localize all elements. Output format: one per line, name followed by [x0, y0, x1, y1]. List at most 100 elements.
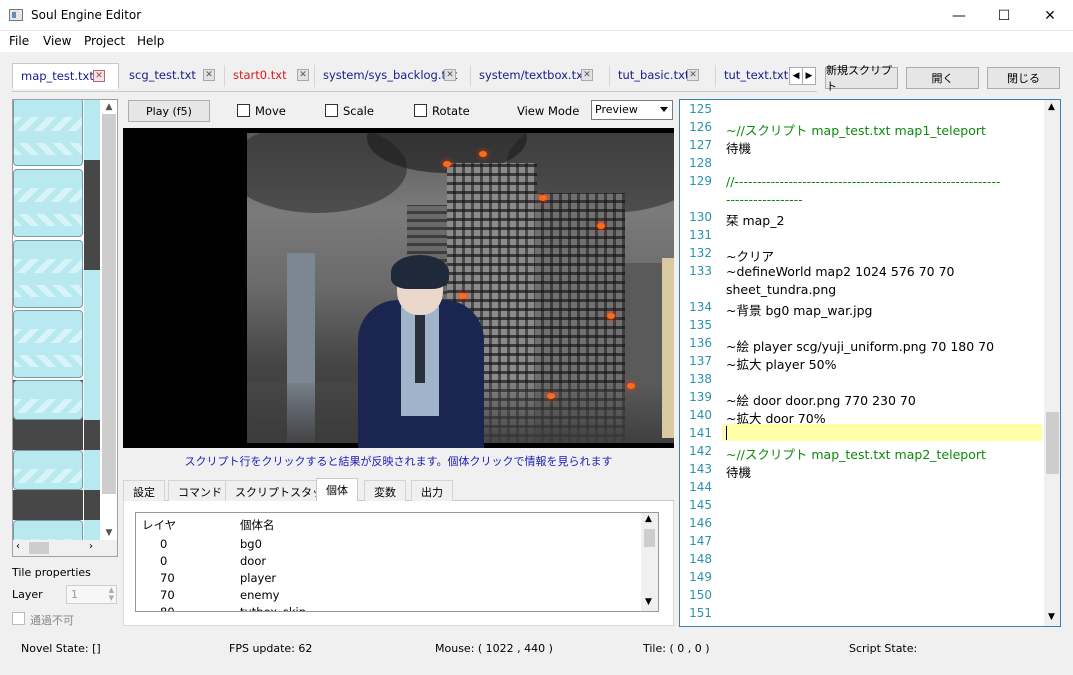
code-line[interactable]: 栞 map_2 — [726, 210, 784, 229]
tab-settings[interactable]: 設定 — [123, 480, 165, 501]
column-header-name[interactable]: 個体名 — [240, 517, 275, 533]
tab-variables[interactable]: 変数 — [364, 480, 406, 501]
impassable-checkbox[interactable] — [12, 612, 25, 625]
table-row[interactable]: 80 tutbox_skip — [136, 605, 642, 612]
cell-layer: 80 — [160, 605, 175, 612]
tile-palette[interactable]: ▲ ▼ ‹ › — [12, 99, 118, 557]
menu-help[interactable]: Help — [137, 34, 164, 48]
scroll-down-icon[interactable]: ▼ — [645, 597, 652, 607]
code-line[interactable]: ~背景 bg0 map_war.jpg — [726, 300, 872, 319]
scroll-down-icon[interactable]: ▼ — [1048, 612, 1055, 622]
close-tab-icon[interactable]: ✕ — [444, 69, 456, 81]
scroll-up-icon[interactable]: ▲ — [102, 100, 116, 114]
open-button[interactable]: 開く — [906, 67, 979, 89]
code-line[interactable]: ~拡大 player 50% — [726, 354, 837, 373]
scroll-down-icon[interactable]: ▼ — [102, 526, 116, 540]
tab-map-test[interactable]: map_test.txt ✕ — [12, 63, 119, 89]
preview-canvas[interactable] — [123, 128, 674, 448]
tab-scg-test[interactable]: scg_test.txt ✕ — [121, 65, 225, 87]
tile-item[interactable] — [13, 420, 83, 450]
scrollbar-thumb[interactable] — [644, 529, 655, 547]
tile-item[interactable] — [13, 240, 83, 308]
layer-label: Layer — [12, 588, 43, 601]
tab-tut-text[interactable]: tut_text.txt — [716, 65, 789, 87]
entity-table[interactable]: レイヤ 個体名 0 bg0 0 door 70 player 70 enemy … — [135, 512, 659, 612]
scrollbar-thumb[interactable] — [1046, 412, 1059, 474]
fps-update: FPS update: 62 — [229, 642, 313, 655]
close-tab-icon[interactable]: ✕ — [93, 70, 105, 82]
tile-item[interactable] — [13, 380, 83, 420]
cell-layer: 70 — [160, 588, 175, 602]
scrollbar-thumb[interactable] — [29, 542, 49, 554]
tile-item[interactable] — [13, 100, 83, 166]
scroll-up-icon[interactable]: ▲ — [645, 514, 652, 524]
tab-output[interactable]: 出力 — [411, 480, 453, 501]
table-row[interactable]: 0 bg0 — [136, 537, 642, 554]
column-header-layer[interactable]: レイヤ — [142, 517, 176, 533]
tile-item[interactable] — [13, 310, 83, 378]
tab-commands[interactable]: コマンド — [168, 480, 232, 501]
minimize-button[interactable]: — — [936, 0, 982, 31]
line-number: 131 — [689, 228, 712, 242]
tile-item[interactable] — [13, 169, 83, 237]
code-line[interactable]: 待機 — [726, 138, 751, 157]
door-sprite[interactable] — [662, 258, 674, 438]
tile-item[interactable] — [13, 490, 83, 520]
tab-tut-basic[interactable]: tut_basic.txt ✕ — [610, 65, 716, 87]
spin-arrows-icon[interactable]: ▲ ▼ — [109, 586, 114, 602]
scale-checkbox[interactable] — [325, 104, 338, 117]
close-tab-icon[interactable]: ✕ — [297, 69, 309, 81]
play-button[interactable]: Play (f5) — [128, 100, 210, 122]
table-row[interactable]: 0 door — [136, 554, 642, 571]
line-number: 142 — [689, 444, 712, 458]
code-line[interactable]: ~絵 player scg/yuji_uniform.png 70 180 70 — [726, 336, 994, 355]
menu-view[interactable]: View — [43, 34, 71, 48]
code-line[interactable]: ~defineWorld map2 1024 576 70 70 — [726, 264, 954, 279]
rotate-checkbox[interactable] — [414, 104, 427, 117]
code-line[interactable]: ~絵 door door.png 770 230 70 — [726, 390, 916, 409]
script-editor[interactable]: 125 126 ~//スクリプト map_test.txt map1_telepor… — [679, 99, 1061, 627]
close-button[interactable]: 閉じる — [987, 67, 1060, 89]
table-row[interactable]: 70 player — [136, 571, 642, 588]
view-mode-select[interactable]: Preview — [591, 100, 673, 120]
close-window-button[interactable]: ✕ — [1027, 0, 1073, 31]
code-line[interactable]: ----------------- — [726, 192, 803, 207]
tab-entities[interactable]: 個体 — [316, 478, 358, 502]
menu-file[interactable]: File — [9, 34, 29, 48]
code-line[interactable]: sheet_tundra.png — [726, 282, 836, 297]
close-tab-icon[interactable]: ✕ — [687, 69, 699, 81]
tab-sys-backlog[interactable]: system/sys_backlog.txt ✕ — [315, 65, 471, 87]
tile-horizontal-scrollbar[interactable]: ‹ › — [13, 540, 117, 556]
layer-spinbox[interactable]: 1 ▲ ▼ — [66, 585, 117, 604]
close-tab-icon[interactable]: ✕ — [581, 69, 593, 81]
fire — [443, 161, 451, 167]
scroll-left-icon[interactable]: ‹ — [16, 541, 20, 552]
maximize-button[interactable]: ☐ — [981, 0, 1027, 31]
table-row[interactable]: 70 enemy — [136, 588, 642, 605]
editor-scrollbar[interactable]: ▲ ▼ — [1044, 100, 1060, 626]
tab-scroll-right-icon[interactable]: ▶ — [802, 67, 816, 85]
tab-scroll-left-icon[interactable]: ◀ — [789, 67, 803, 85]
code-line[interactable]: ~//スクリプト map_test.txt map1_teleport — [726, 120, 986, 139]
tile-position: Tile: ( 0 , 0 ) — [643, 642, 710, 655]
tile-vertical-scrollbar[interactable] — [102, 114, 116, 494]
tab-textbox[interactable]: system/textbox.txt ✕ — [471, 65, 610, 87]
code-line[interactable]: ~//スクリプト map_test.txt map2_teleport — [726, 444, 986, 463]
novel-state: Novel State: [] — [21, 642, 101, 655]
scroll-up-icon[interactable]: ▲ — [1048, 102, 1055, 112]
table-scrollbar[interactable]: ▲ ▼ — [641, 513, 658, 611]
menu-bar: File View Project Help — [0, 31, 1073, 52]
code-line[interactable]: //--------------------------------------… — [726, 174, 1001, 189]
close-tab-icon[interactable]: ✕ — [203, 69, 215, 81]
code-line[interactable]: ~クリア — [726, 246, 774, 265]
new-script-button[interactable]: 新規スクリプト — [825, 64, 898, 93]
tile-item[interactable] — [13, 450, 83, 490]
tile-column-dark — [84, 160, 100, 270]
code-line[interactable]: ~拡大 door 70% — [726, 408, 826, 427]
move-checkbox[interactable] — [237, 104, 250, 117]
view-mode-value: Preview — [595, 103, 638, 116]
code-line[interactable]: 待機 — [726, 462, 751, 481]
scroll-right-icon[interactable]: › — [89, 541, 93, 552]
tab-start0[interactable]: start0.txt ✕ — [225, 65, 315, 87]
menu-project[interactable]: Project — [84, 34, 125, 48]
